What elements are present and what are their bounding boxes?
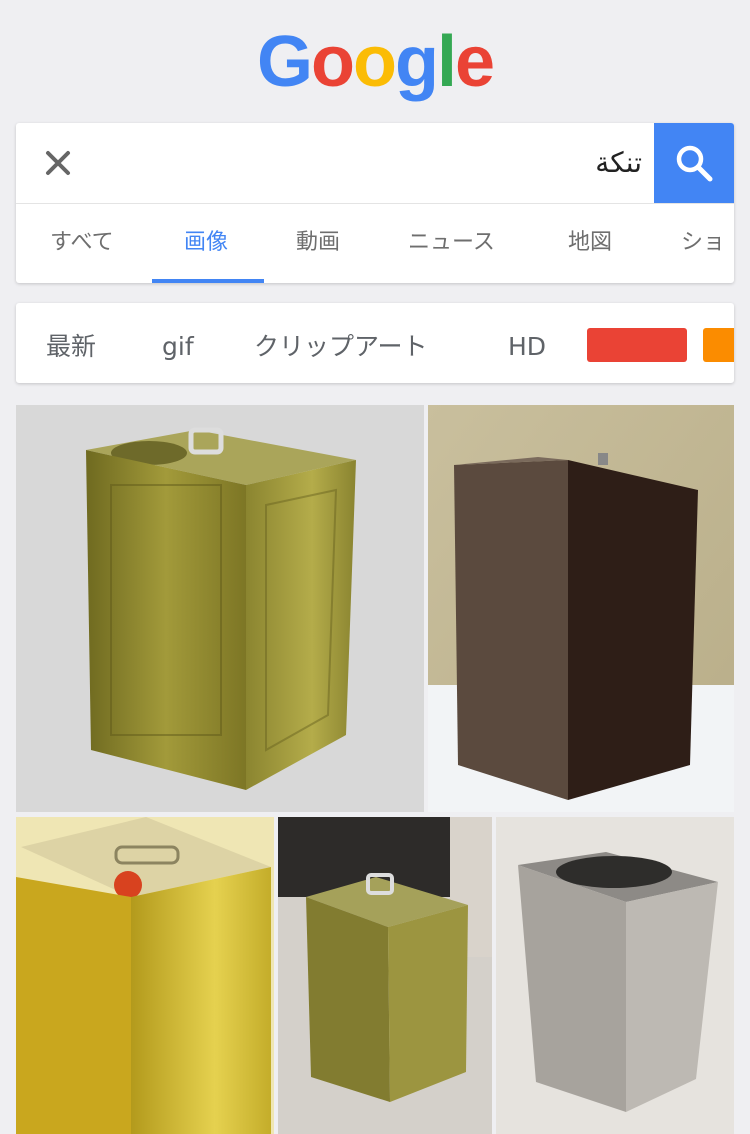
yellow-tin-can-image <box>16 817 274 1134</box>
tab-maps[interactable]: 地図 <box>568 203 612 283</box>
search-tabs: すべて 画像 動画 ニュース 地図 ショ <box>16 203 734 283</box>
search-icon <box>676 145 713 182</box>
logo-letter: g <box>394 22 439 102</box>
image-result[interactable] <box>16 817 274 1134</box>
image-result[interactable] <box>278 817 492 1134</box>
search-button[interactable] <box>654 123 734 203</box>
image-result[interactable] <box>428 405 734 812</box>
active-tab-indicator <box>152 279 264 283</box>
rusty-tin-can-image <box>428 405 734 812</box>
search-bar: تنكة <box>16 123 734 204</box>
tab-all[interactable]: すべて <box>50 203 114 283</box>
filter-chip-recent[interactable]: 最新 <box>46 303 96 383</box>
close-icon <box>46 151 70 175</box>
logo-letter: G <box>256 22 313 102</box>
gold-tin-can-image <box>16 405 424 812</box>
silver-tin-can-image <box>496 817 734 1134</box>
tab-shopping[interactable]: ショ <box>681 203 725 283</box>
image-result[interactable] <box>496 817 734 1134</box>
tab-videos[interactable]: 動画 <box>296 203 340 283</box>
tab-news[interactable]: ニュース <box>408 203 495 283</box>
search-card: تنكة すべて 画像 動画 ニュース 地図 ショ <box>16 123 734 283</box>
color-filter-orange[interactable] <box>703 328 734 362</box>
logo-letter: o <box>352 22 397 102</box>
filter-chip-gif[interactable]: gif <box>162 303 194 383</box>
logo-letter: o <box>311 22 355 102</box>
logo-letter: l <box>436 22 457 102</box>
tab-images[interactable]: 画像 <box>184 203 228 283</box>
image-result[interactable] <box>16 405 424 812</box>
search-input[interactable]: تنكة <box>595 139 642 187</box>
logo-letter: e <box>454 22 495 102</box>
google-logo[interactable]: Google <box>0 22 750 102</box>
color-filter-red[interactable] <box>587 328 687 362</box>
filter-chip-hd[interactable]: HD <box>508 303 546 383</box>
clear-search-button[interactable] <box>38 143 78 183</box>
green-tin-can-on-tiles-image <box>278 817 492 1134</box>
filter-chip-clipart[interactable]: クリップアート <box>254 303 428 383</box>
image-filter-bar: 最新 gif クリップアート HD <box>16 303 734 383</box>
